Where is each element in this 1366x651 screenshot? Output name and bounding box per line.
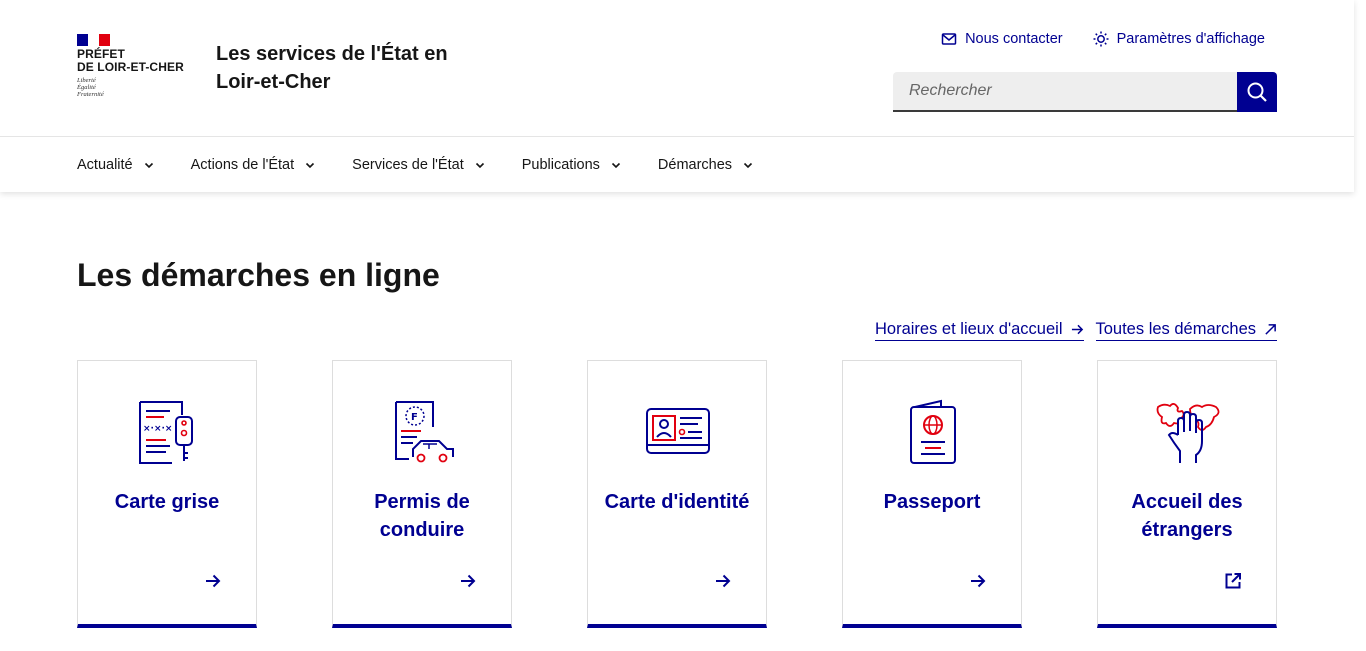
nav-item-services-etat[interactable]: Services de l'État (352, 157, 486, 173)
vehicle-registration-icon: ×·×·× (139, 401, 193, 464)
chevron-down-icon (743, 162, 753, 168)
display-settings-button[interactable]: Paramètres d'affichage (1093, 31, 1265, 47)
driving-licence-icon: F (395, 401, 454, 463)
card-accueil-etrangers[interactable]: Accueil des étrangers (1097, 360, 1277, 628)
arrow-right-icon (716, 574, 731, 588)
arrow-right-icon (461, 574, 476, 588)
card-title: Passeport (883, 491, 981, 513)
horaires-link[interactable]: Horaires et lieux d'accueil (875, 320, 1084, 341)
card-title: Permis de conduire (374, 491, 470, 541)
toutes-demarches-link-label: Toutes les démarches (1095, 320, 1257, 338)
contact-label: Nous contacter (965, 31, 1063, 47)
passport-icon (910, 399, 956, 464)
nav-item-actions-etat[interactable]: Actions de l'État (191, 157, 317, 173)
site-header: PRÉFET DE LOIR-ET-CHER Liberté Égalité F… (0, 0, 1354, 192)
french-flag-icon (77, 34, 110, 46)
logo-text-line2: DE LOIR-ET-CHER (77, 60, 184, 74)
arrow-right-icon (971, 574, 986, 588)
header-tools: Nous contacter Paramètres d'affichage (941, 31, 1265, 47)
contact-link[interactable]: Nous contacter (941, 31, 1063, 47)
logo-devise: Liberté Égalité Fraternité (77, 77, 197, 98)
mail-icon (941, 33, 957, 45)
nav-item-label: Actualité (77, 156, 133, 173)
external-link-icon (1225, 573, 1241, 589)
display-settings-label: Paramètres d'affichage (1116, 31, 1265, 47)
nav-item-label: Services de l'État (352, 156, 464, 173)
search-button[interactable] (1237, 72, 1277, 112)
card-title: Accueil des étrangers (1131, 491, 1243, 541)
search-icon (1247, 82, 1267, 102)
search-input[interactable] (893, 72, 1237, 112)
devise-fraternite: Fraternité (77, 91, 104, 98)
svg-text:F: F (411, 412, 418, 423)
toutes-demarches-link[interactable]: Toutes les démarches (1095, 320, 1277, 341)
card-carte-grise[interactable]: ×·×·× Carte grise (77, 360, 257, 628)
nav-item-label: Publications (521, 156, 600, 173)
demarches-cards: ×·×·× Carte grise F Permis de conduire C… (77, 360, 1277, 628)
foreigners-welcome-icon (1156, 403, 1220, 463)
marianne-logo[interactable]: PRÉFET DE LOIR-ET-CHER Liberté Égalité F… (77, 34, 197, 98)
arrow-up-right-icon (1265, 324, 1276, 335)
header-top: PRÉFET DE LOIR-ET-CHER Liberté Égalité F… (0, 0, 1354, 137)
search-bar (893, 72, 1277, 112)
devise-egalite: Égalité (77, 84, 96, 91)
nav-item-label: Actions de l'État (190, 156, 295, 173)
horaires-link-label: Horaires et lieux d'accueil (875, 320, 1063, 338)
main-navigation: Actualité Actions de l'État Services de … (77, 137, 790, 192)
chevron-down-icon (306, 162, 315, 168)
service-title[interactable]: Les services de l'État en Loir-et-Cher (216, 40, 476, 96)
card-passeport[interactable]: Passeport (842, 360, 1022, 628)
id-card-icon (646, 408, 710, 454)
card-permis-de-conduire[interactable]: F Permis de conduire (332, 360, 512, 628)
nav-item-publications[interactable]: Publications (522, 157, 622, 173)
arrow-right-icon (206, 574, 221, 588)
card-title: Carte d'identité (604, 491, 750, 513)
svg-text:×·×·×: ×·×·× (143, 424, 172, 434)
nav-item-actualite[interactable]: Actualité (77, 157, 155, 173)
quick-links: Horaires et lieux d'accueil Toutes les d… (875, 320, 1277, 341)
chevron-down-icon (611, 162, 620, 168)
chevron-down-icon (475, 162, 484, 168)
card-carte-identite[interactable]: Carte d'identité (587, 360, 767, 628)
devise-liberte: Liberté (77, 77, 96, 84)
arrow-right-icon (1071, 324, 1083, 335)
nav-item-demarches[interactable]: Démarches (658, 157, 754, 173)
nav-item-label: Démarches (657, 156, 733, 173)
chevron-down-icon (144, 162, 153, 168)
card-title: Carte grise (114, 491, 220, 513)
sun-icon (1093, 31, 1109, 47)
page-title: Les démarches en ligne (77, 257, 440, 293)
